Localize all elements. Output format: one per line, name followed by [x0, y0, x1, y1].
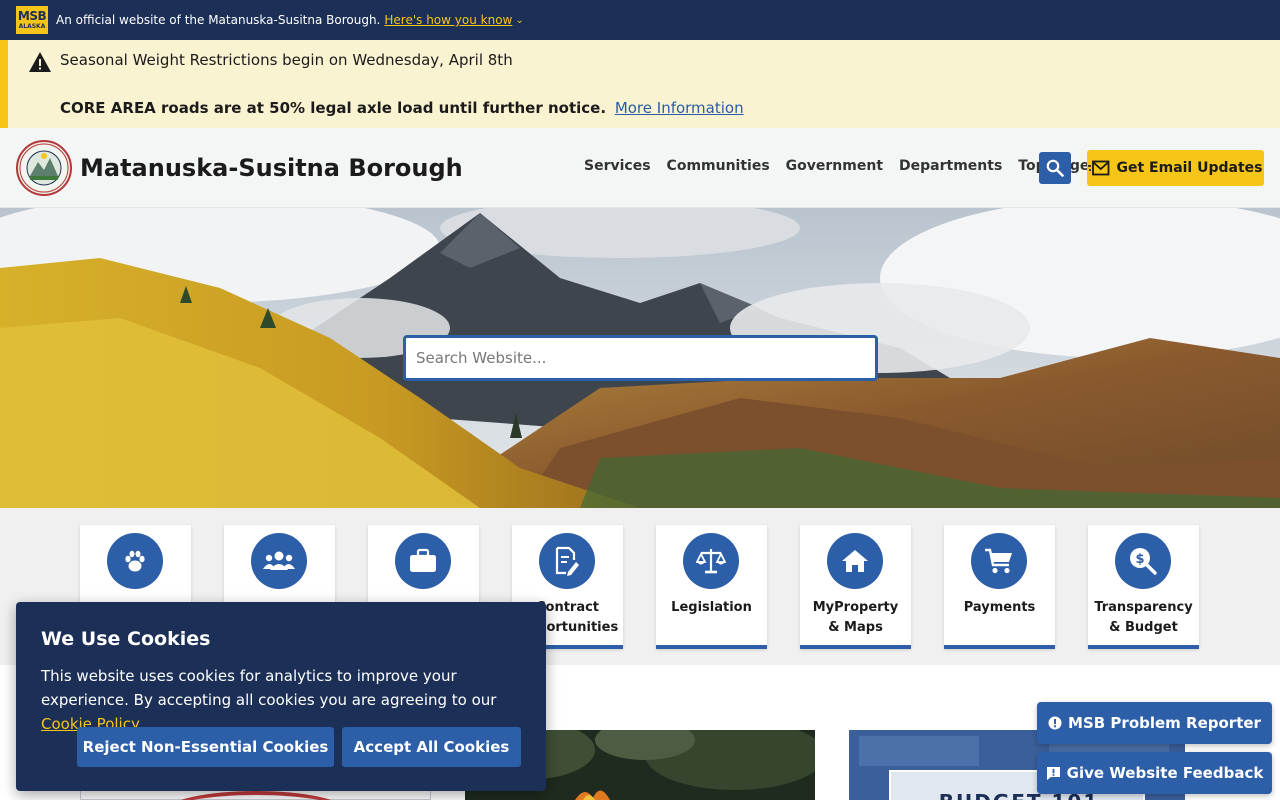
main-nav: Services Communities Government Departme…: [584, 158, 1098, 174]
site-header: Matanuska-Susitna Borough Services Commu…: [0, 128, 1280, 208]
cookie-title: We Use Cookies: [41, 628, 211, 650]
feedback-icon: [1046, 766, 1060, 780]
nav-departments[interactable]: Departments: [899, 158, 1002, 174]
cookie-dialog: We Use Cookies This website uses cookies…: [16, 602, 546, 791]
briefcase-icon: [395, 533, 451, 589]
scale-icon: [683, 533, 739, 589]
heres-how-you-know-link[interactable]: Here's how you know: [384, 13, 512, 27]
chevron-down-icon[interactable]: ⌄: [515, 15, 523, 26]
alert-circle-icon: [1048, 716, 1062, 730]
money-search-icon: $: [1115, 533, 1171, 589]
msb-problem-reporter-button[interactable]: MSB Problem Reporter: [1037, 702, 1272, 744]
home-icon: [827, 533, 883, 589]
official-banner: MSB ALASKA An official website of the Ma…: [0, 0, 1280, 40]
alert-headline: Seasonal Weight Restrictions begin on We…: [60, 51, 513, 69]
hero-banner: [0, 208, 1280, 508]
get-email-updates-button[interactable]: Get Email Updates: [1087, 150, 1264, 186]
cart-icon: [971, 533, 1027, 589]
quick-link-payments[interactable]: Payments: [944, 525, 1055, 649]
svg-text:$: $: [1135, 552, 1144, 567]
search-icon: [1046, 159, 1064, 177]
quick-link-label: Transparency & Budget: [1094, 600, 1193, 635]
more-information-link[interactable]: More Information: [615, 99, 744, 117]
quick-link-legislation[interactable]: Legislation: [656, 525, 767, 649]
email-icon: [1088, 160, 1110, 176]
get-email-updates-label: Get Email Updates: [1116, 160, 1263, 176]
quick-link-label: Legislation: [671, 600, 752, 615]
quick-link-label: Payments: [963, 600, 1036, 615]
document-edit-icon: [539, 533, 595, 589]
borough-seal-image: [166, 791, 346, 800]
msb-problem-reporter-label: MSB Problem Reporter: [1068, 714, 1261, 732]
search-button[interactable]: [1039, 152, 1071, 184]
nav-services[interactable]: Services: [584, 158, 651, 174]
cookie-message: This website uses cookies for analytics …: [41, 664, 531, 736]
give-website-feedback-label: Give Website Feedback: [1066, 764, 1264, 782]
nav-communities[interactable]: Communities: [667, 158, 770, 174]
borough-seal-logo[interactable]: [16, 140, 72, 196]
alert-detail-text: CORE AREA roads are at 50% legal axle lo…: [60, 99, 607, 117]
warning-icon: [29, 52, 51, 72]
alert-detail: CORE AREA roads are at 50% legal axle lo…: [60, 99, 744, 117]
nav-government[interactable]: Government: [786, 158, 883, 174]
accept-all-cookies-button[interactable]: Accept All Cookies: [342, 727, 521, 767]
quick-link-transparency-budget[interactable]: $ Transparency & Budget: [1088, 525, 1199, 649]
quick-link-myproperty-maps[interactable]: MyProperty & Maps: [800, 525, 911, 649]
paw-icon: [107, 533, 163, 589]
site-title[interactable]: Matanuska-Susitna Borough: [80, 154, 463, 182]
cookie-body-text: This website uses cookies for analytics …: [41, 667, 497, 709]
quick-link-label: MyProperty & Maps: [812, 600, 899, 635]
msb-logo-icon: MSB ALASKA: [16, 6, 48, 34]
users-icon: [251, 533, 307, 589]
search-website-input[interactable]: [403, 335, 878, 381]
give-website-feedback-button[interactable]: Give Website Feedback: [1037, 752, 1272, 794]
official-banner-text: An official website of the Matanuska-Sus…: [56, 13, 381, 27]
reject-non-essential-cookies-button[interactable]: Reject Non-Essential Cookies: [77, 727, 334, 767]
alert-banner: Seasonal Weight Restrictions begin on We…: [0, 40, 1280, 128]
